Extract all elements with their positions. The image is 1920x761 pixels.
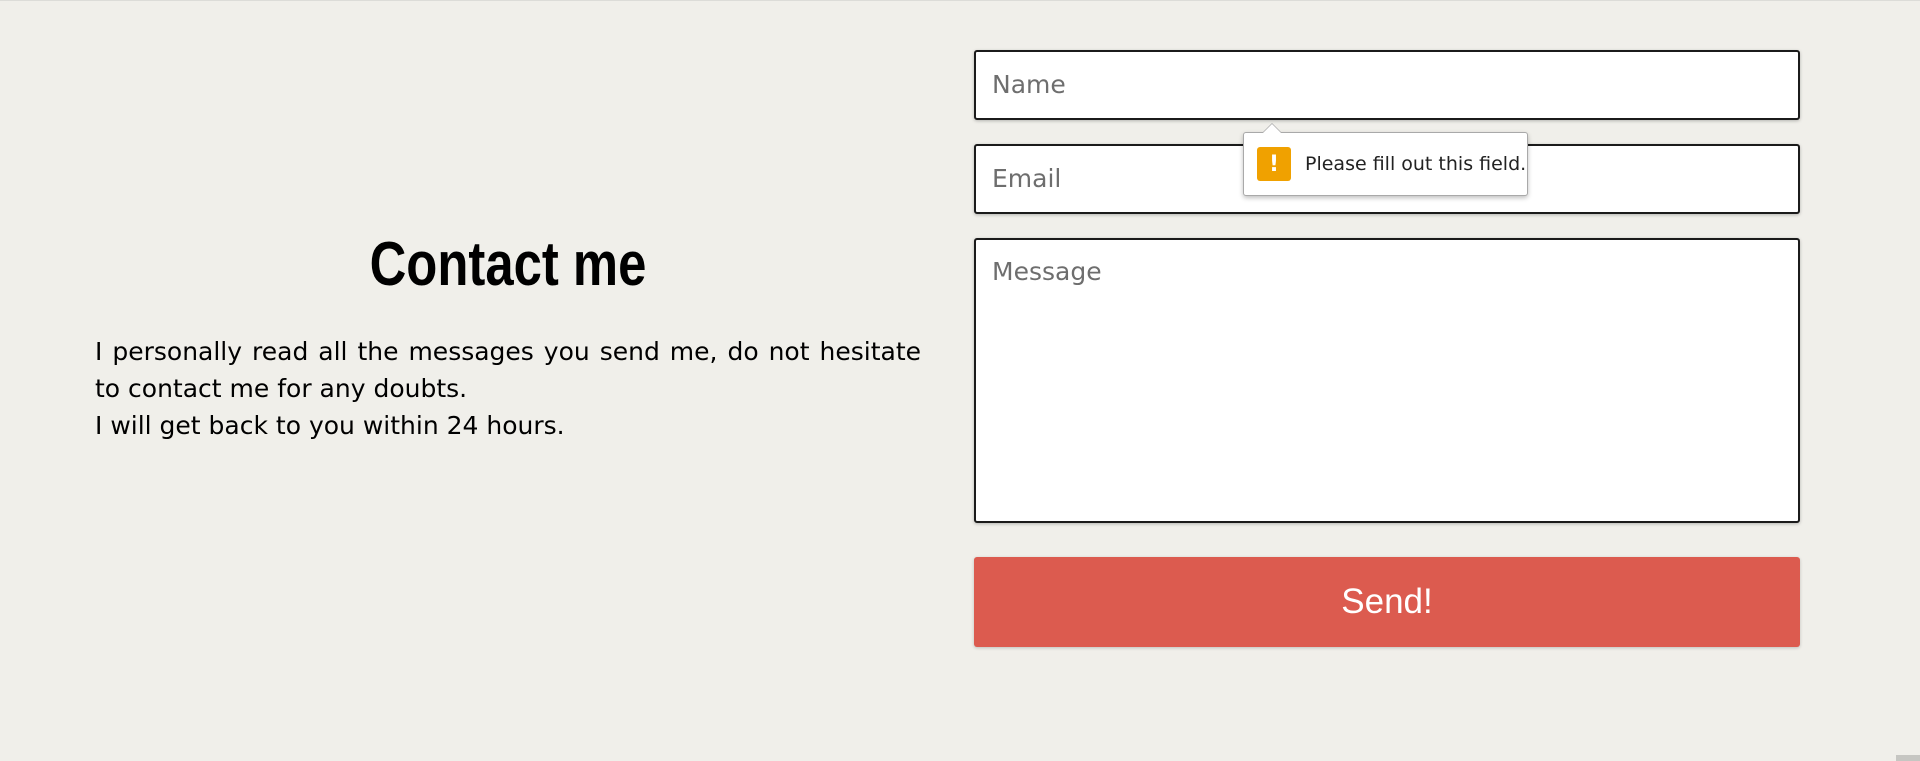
top-border: [0, 0, 1920, 1]
message-field[interactable]: Message: [974, 238, 1800, 523]
intro-paragraph-2: I will get back to you within 24 hours.: [95, 411, 565, 440]
intro-text: I personally read all the messages you s…: [95, 333, 921, 444]
validation-message: Please fill out this field.: [1305, 153, 1527, 175]
warning-icon: !: [1257, 147, 1291, 181]
name-placeholder: Name: [992, 70, 1066, 99]
validation-tooltip: ! Please fill out this field.: [1243, 123, 1528, 196]
scrollbar-corner[interactable]: [1896, 755, 1920, 761]
message-placeholder: Message: [992, 257, 1102, 286]
send-button[interactable]: Send!: [974, 557, 1800, 647]
intro-paragraph-1: I personally read all the messages you s…: [95, 337, 921, 403]
name-field[interactable]: Name: [974, 50, 1800, 120]
email-placeholder: Email: [992, 164, 1062, 193]
contact-intro: Contact me I personally read all the mes…: [95, 225, 921, 444]
page-title: Contact me: [369, 230, 647, 299]
